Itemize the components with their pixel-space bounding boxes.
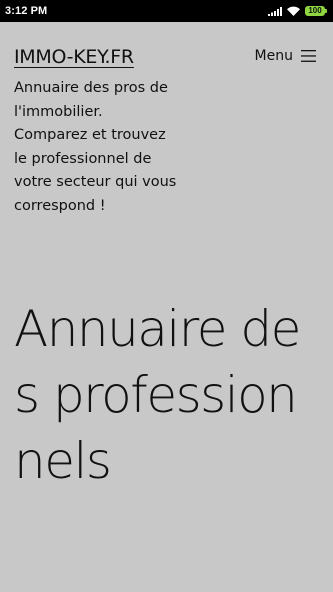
- battery-level: 100: [305, 6, 325, 16]
- signal-icon: [268, 6, 282, 16]
- page-title: Annuaire des professionnels: [14, 300, 301, 490]
- wifi-icon: [287, 6, 300, 16]
- site-logo-link[interactable]: IMMO-KEY.FR: [14, 46, 134, 68]
- menu-label: Menu: [254, 48, 293, 64]
- status-bar: 3:12 PM 100: [0, 0, 333, 22]
- status-time: 3:12 PM: [5, 5, 48, 17]
- status-icons: 100: [268, 6, 327, 16]
- battery-icon: 100: [305, 6, 327, 16]
- site-tagline: Annuaire des pros de l'immobilier. Compa…: [14, 80, 177, 214]
- battery-tip: [325, 9, 327, 13]
- menu-button[interactable]: Menu: [255, 48, 316, 64]
- hamburger-icon: [301, 50, 316, 62]
